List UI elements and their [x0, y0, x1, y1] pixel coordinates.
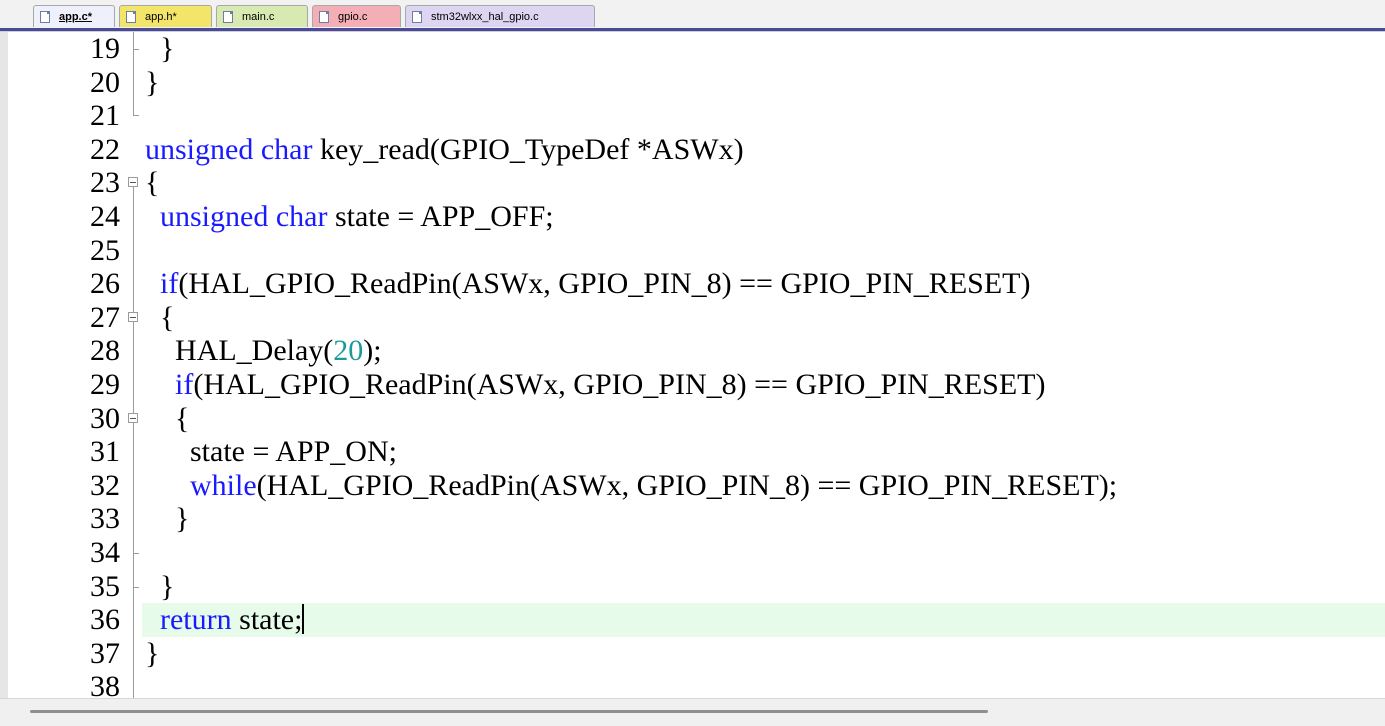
fold-guide	[133, 435, 145, 470]
code-line[interactable]: 28 HAL_Delay(20);	[0, 334, 1385, 369]
code-text[interactable]: unsigned char state = APP_OFF;	[145, 200, 554, 234]
document-icon	[223, 10, 233, 23]
code-line[interactable]: 36 return state;	[0, 603, 1385, 638]
line-number: 33	[90, 502, 120, 536]
code-line[interactable]: 21	[0, 99, 1385, 133]
code-text[interactable]: while(HAL_GPIO_ReadPin(ASWx, GPIO_PIN_8)…	[145, 469, 1117, 503]
code-line[interactable]: 25	[0, 233, 1385, 268]
fold-guide	[133, 670, 145, 699]
document-icon	[412, 10, 422, 23]
scrollbar-thumb[interactable]	[30, 710, 988, 713]
document-icon	[40, 10, 50, 23]
line-number: 30	[90, 401, 120, 435]
line-number: 22	[90, 132, 120, 166]
line-number: 27	[90, 300, 120, 334]
code-text[interactable]: {	[145, 166, 159, 200]
fold-guide	[133, 133, 145, 167]
line-number: 19	[90, 32, 120, 65]
line-number: 37	[90, 636, 120, 670]
fold-guide	[133, 636, 145, 671]
line-number: 28	[90, 334, 120, 368]
code-text[interactable]: }	[145, 502, 189, 536]
code-text[interactable]: }	[145, 32, 174, 66]
fold-guide	[133, 32, 145, 66]
code-text[interactable]: {	[145, 402, 189, 436]
code-line[interactable]: 30 {	[0, 401, 1385, 436]
horizontal-scrollbar[interactable]	[0, 698, 1385, 726]
tab-app-c[interactable]: app.c*	[33, 5, 115, 27]
text-cursor	[302, 604, 305, 635]
code-line[interactable]: 20}	[0, 65, 1385, 100]
code-line[interactable]: 34	[0, 536, 1385, 570]
document-icon	[319, 10, 329, 23]
code-line[interactable]: 24 unsigned char state = APP_OFF;	[0, 200, 1385, 234]
code-line[interactable]: 32 while(HAL_GPIO_ReadPin(ASWx, GPIO_PIN…	[0, 468, 1385, 503]
fold-guide	[133, 233, 145, 268]
code-text[interactable]: HAL_Delay(20);	[145, 334, 382, 368]
line-number: 21	[90, 99, 120, 133]
code-text[interactable]: state = APP_ON;	[145, 435, 397, 469]
line-number: 24	[90, 200, 120, 233]
fold-guide	[133, 603, 145, 638]
line-number: 36	[90, 603, 120, 637]
fold-collapse-icon[interactable]	[128, 166, 145, 201]
code-line[interactable]: 33 }	[0, 502, 1385, 537]
line-number: 20	[90, 65, 120, 99]
code-text[interactable]: }	[145, 66, 159, 100]
line-number: 25	[90, 233, 120, 267]
code-text[interactable]: return state;	[145, 603, 305, 637]
tab-stm32wlxx-hal-gpio-c[interactable]: stm32wlxx_hal_gpio.c	[405, 5, 595, 27]
line-number: 26	[90, 267, 120, 301]
code-editor[interactable]: 19 } 20} 21 22 unsigned char key_read(GPIO_T…	[0, 31, 1385, 699]
line-number: 29	[90, 368, 120, 401]
line-number: 35	[90, 569, 120, 603]
code-line[interactable]: 19 }	[0, 32, 1385, 66]
fold-guide	[133, 502, 145, 537]
code-line[interactable]: 26 if(HAL_GPIO_ReadPin(ASWx, GPIO_PIN_8)…	[0, 267, 1385, 302]
code-text[interactable]: unsigned char key_read(GPIO_TypeDef *ASW…	[145, 133, 744, 167]
current-line-highlight	[142, 603, 1385, 638]
line-number: 34	[90, 536, 120, 569]
fold-guide	[133, 99, 145, 133]
tab-label: main.c	[242, 10, 275, 23]
code-text[interactable]: {	[145, 301, 174, 335]
tab-main-c[interactable]: main.c	[216, 5, 308, 27]
code-text[interactable]: if(HAL_GPIO_ReadPin(ASWx, GPIO_PIN_8) ==…	[145, 267, 1030, 301]
fold-guide	[133, 200, 145, 234]
fold-collapse-icon[interactable]	[128, 300, 145, 335]
line-number: 31	[90, 435, 120, 469]
line-number: 32	[90, 468, 120, 502]
tab-label: gpio.c	[338, 10, 368, 23]
tab-label: stm32wlxx_hal_gpio.c	[431, 10, 539, 23]
code-line[interactable]: 38	[0, 670, 1385, 699]
code-line[interactable]: 29 if(HAL_GPIO_ReadPin(ASWx, GPIO_PIN_8)…	[0, 368, 1385, 402]
tab-gpio-c[interactable]: gpio.c	[312, 5, 401, 27]
tab-label: app.h*	[145, 10, 177, 23]
code-text[interactable]: }	[145, 637, 159, 671]
code-line[interactable]: 35 }	[0, 569, 1385, 604]
document-icon	[126, 10, 136, 23]
tab-label: app.c*	[59, 10, 93, 23]
code-line[interactable]: 31 state = APP_ON;	[0, 435, 1385, 470]
tab-app-h[interactable]: app.h*	[119, 5, 212, 27]
code-line[interactable]: 23 {	[0, 166, 1385, 201]
fold-guide	[133, 368, 145, 402]
line-number: 38	[90, 670, 120, 699]
code-line[interactable]: 37}	[0, 636, 1385, 671]
fold-guide	[133, 65, 145, 100]
code-text[interactable]: if(HAL_GPIO_ReadPin(ASWx, GPIO_PIN_8) ==…	[145, 368, 1045, 402]
fold-collapse-icon[interactable]	[128, 401, 145, 436]
fold-guide	[133, 569, 145, 604]
fold-guide	[133, 468, 145, 503]
code-line[interactable]: 22 unsigned char key_read(GPIO_TypeDef *A…	[0, 133, 1385, 167]
fold-guide	[133, 536, 145, 570]
editor-tab-bar: app.c* app.h* main.c gpio.c stm32wlxx_ha…	[0, 0, 1385, 31]
code-line[interactable]: 27 {	[0, 300, 1385, 335]
code-text[interactable]: }	[145, 570, 174, 604]
line-number: 23	[90, 166, 120, 200]
fold-guide	[133, 334, 145, 369]
fold-guide	[133, 267, 145, 302]
